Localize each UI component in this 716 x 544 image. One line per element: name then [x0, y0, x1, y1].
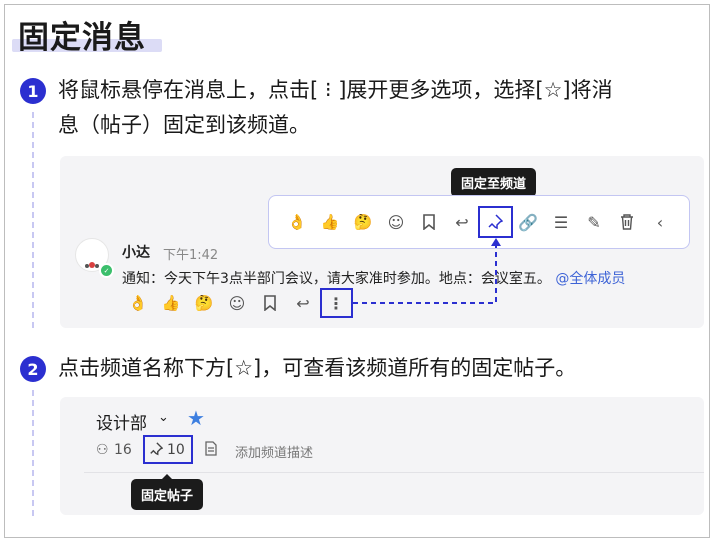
- divider: [84, 472, 704, 473]
- star-icon[interactable]: ★: [187, 406, 205, 430]
- pinned-count[interactable]: 10: [167, 442, 185, 458]
- pinned-posts-tooltip: 固定帖子: [131, 474, 204, 510]
- channel-name[interactable]: 设计部: [96, 409, 147, 434]
- step-2-text: 点击频道名称下方[☆]，可查看该频道所有的固定帖子。: [58, 356, 577, 380]
- pin-icon[interactable]: [149, 441, 164, 460]
- add-description-link[interactable]: 添加频道描述: [235, 442, 313, 461]
- step-2-connector: [32, 390, 34, 516]
- chevron-down-icon[interactable]: ⌄: [158, 410, 169, 425]
- member-count[interactable]: 16: [114, 442, 132, 458]
- page-title: 固定消息: [18, 20, 146, 56]
- members-icon[interactable]: ⚇: [96, 442, 109, 458]
- step-2-badge: 2: [20, 356, 46, 382]
- document-icon[interactable]: [205, 441, 217, 460]
